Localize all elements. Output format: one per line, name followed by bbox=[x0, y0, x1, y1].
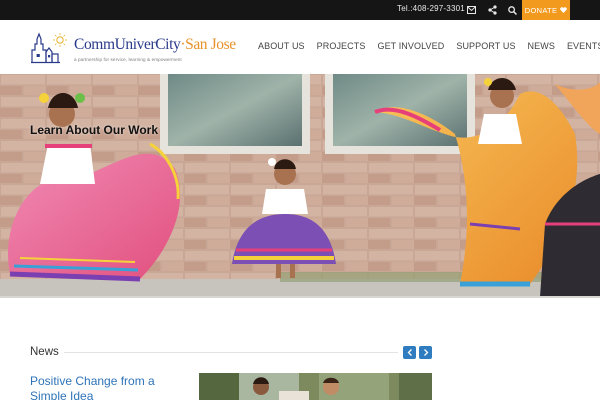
news-heading: News bbox=[30, 346, 59, 358]
news-next-button[interactable] bbox=[419, 346, 432, 359]
nav-item-about-us[interactable]: ABOUT US bbox=[258, 41, 305, 51]
hero-divider bbox=[0, 296, 600, 298]
city-skyline-icon bbox=[31, 32, 67, 64]
nav-item-news[interactable]: NEWS bbox=[528, 41, 555, 51]
nav-item-events[interactable]: EVENTS bbox=[567, 41, 600, 51]
hero-title[interactable]: Learn About Our Work bbox=[30, 123, 158, 137]
logo-name-secondary: San Jose bbox=[185, 36, 236, 53]
nav-item-support-us[interactable]: SUPPORT US bbox=[456, 41, 515, 51]
logo-tagline: a partnership for service, learning & em… bbox=[74, 57, 182, 62]
search-icon[interactable] bbox=[505, 3, 519, 17]
nav-item-get-involved[interactable]: GET INVOLVED bbox=[377, 41, 444, 51]
chevron-left-icon bbox=[407, 349, 412, 356]
news-prev-button[interactable] bbox=[403, 346, 416, 359]
hero-banner: Learn About Our Work bbox=[0, 74, 600, 297]
share-icon[interactable] bbox=[485, 3, 499, 17]
site-header: CommUniverCity·San Jose a partnership fo… bbox=[0, 20, 600, 74]
donate-label: DONATE bbox=[524, 5, 558, 15]
phone-number[interactable]: Tel.:408-297-3301 bbox=[397, 4, 465, 13]
main-nav: ABOUT US PROJECTS GET INVOLVED SUPPORT U… bbox=[258, 41, 600, 51]
top-bar: Tel.:408-297-3301 DONATE bbox=[0, 0, 600, 20]
nav-item-projects[interactable]: PROJECTS bbox=[317, 41, 366, 51]
logo-wordmark: CommUniverCity·San Jose bbox=[74, 36, 236, 54]
email-icon[interactable] bbox=[464, 3, 478, 17]
news-divider bbox=[64, 352, 398, 353]
site-logo[interactable]: CommUniverCity·San Jose a partnership fo… bbox=[30, 28, 236, 68]
logo-name-primary: CommUniverCity bbox=[74, 36, 181, 53]
heart-icon bbox=[560, 7, 568, 13]
news-item-title[interactable]: Positive Change from a Simple Idea bbox=[30, 374, 180, 400]
hero-photo bbox=[0, 74, 600, 297]
donate-button[interactable]: DONATE bbox=[522, 0, 570, 20]
news-item-thumbnail[interactable] bbox=[199, 373, 432, 400]
chevron-right-icon bbox=[423, 349, 428, 356]
